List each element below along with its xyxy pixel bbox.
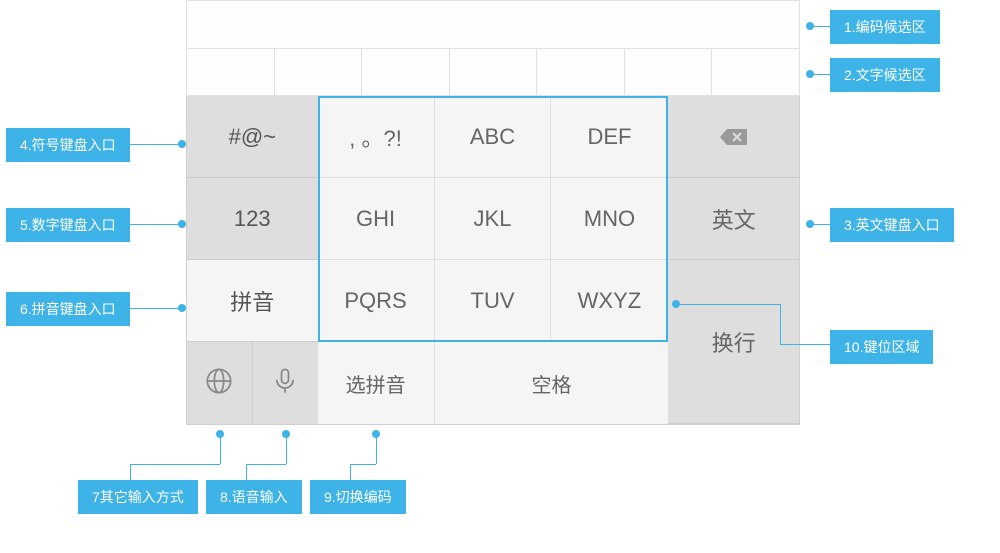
left-bottom-row <box>187 342 318 424</box>
grid-key-pqrs[interactable]: PQRS <box>318 260 435 342</box>
number-keyboard-key[interactable]: 123 <box>187 178 318 260</box>
label-1: 1.编码候选区 <box>830 10 940 44</box>
label-7: 7其它输入方式 <box>78 480 198 514</box>
connector-line <box>246 464 247 480</box>
candidate-cell[interactable] <box>450 49 538 95</box>
connector-line <box>246 464 286 465</box>
grid-key-punctuation[interactable]: , 。?! <box>318 96 435 178</box>
english-keyboard-key[interactable]: 英文 <box>668 178 799 260</box>
label-6: 6.拼音键盘入口 <box>6 292 130 326</box>
label-2: 2.文字候选区 <box>830 58 940 92</box>
space-key[interactable]: 空格 <box>435 342 669 424</box>
connector-line <box>130 144 180 145</box>
connector-line <box>130 308 180 309</box>
connector-line <box>676 304 780 305</box>
grid-key-tuv[interactable]: TUV <box>435 260 552 342</box>
connector-line <box>780 344 830 345</box>
candidate-cell[interactable] <box>362 49 450 95</box>
symbol-keyboard-key[interactable]: #@~ <box>187 96 318 178</box>
connector-line <box>130 464 131 480</box>
connector-line <box>130 224 180 225</box>
select-pinyin-key[interactable]: 选拼音 <box>318 342 435 424</box>
connector-line <box>810 74 830 75</box>
grid-key-jkl[interactable]: JKL <box>435 178 552 260</box>
candidate-cell[interactable] <box>537 49 625 95</box>
candidate-cell[interactable] <box>625 49 713 95</box>
label-3: 3.英文键盘入口 <box>830 208 954 242</box>
label-4: 4.符号键盘入口 <box>6 128 130 162</box>
keyboard-container: #@~ 123 拼音 , 。?! <box>186 0 800 425</box>
candidate-cell[interactable] <box>275 49 363 95</box>
label-10: 10.键位区域 <box>830 330 933 364</box>
candidate-code-area <box>186 0 800 48</box>
connector-line <box>810 224 830 225</box>
right-column: 英文 换行 <box>668 96 799 424</box>
other-input-key[interactable] <box>187 342 253 424</box>
candidate-cell[interactable] <box>187 49 275 95</box>
pinyin-keyboard-key[interactable]: 拼音 <box>187 260 318 342</box>
candidate-word-area <box>186 48 800 96</box>
label-5: 5.数字键盘入口 <box>6 208 130 242</box>
candidate-cell[interactable] <box>712 49 799 95</box>
connector-line <box>220 434 221 464</box>
grid-key-ghi[interactable]: GHI <box>318 178 435 260</box>
connector-line <box>350 464 351 480</box>
globe-icon <box>205 367 233 400</box>
label-9: 9.切换编码 <box>310 480 406 514</box>
connector-line <box>376 434 377 464</box>
grid-key-def[interactable]: DEF <box>551 96 668 178</box>
voice-input-key[interactable] <box>253 342 318 424</box>
backspace-key[interactable] <box>668 96 799 178</box>
microphone-icon <box>271 367 299 400</box>
connector-line <box>130 464 220 465</box>
label-8: 8.语音输入 <box>206 480 302 514</box>
keyboard-body: #@~ 123 拼音 , 。?! <box>186 96 800 425</box>
connector-line <box>350 464 376 465</box>
grid-key-abc[interactable]: ABC <box>435 96 552 178</box>
connector-line <box>810 26 830 27</box>
grid-key-mno[interactable]: MNO <box>551 178 668 260</box>
center-grid: , 。?! ABC DEF GHI JKL MNO PQRS TUV WXYZ … <box>318 96 669 424</box>
left-column: #@~ 123 拼音 <box>187 96 318 424</box>
connector-line <box>286 434 287 464</box>
grid-key-wxyz[interactable]: WXYZ <box>551 260 668 342</box>
backspace-icon <box>719 127 749 147</box>
connector-line <box>780 304 781 344</box>
